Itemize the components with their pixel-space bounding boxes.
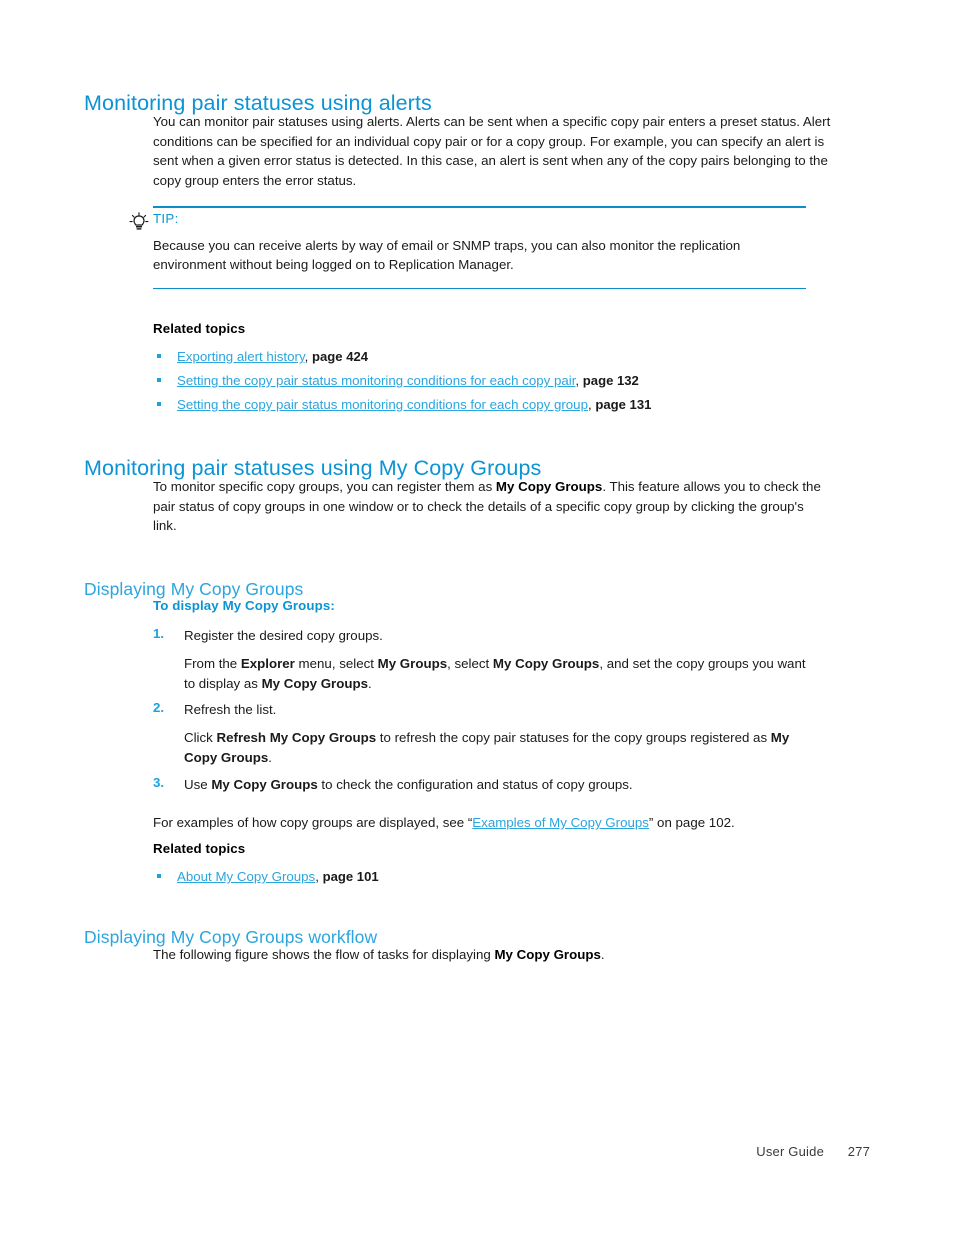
link-examples-of-my-copy-groups[interactable]: Examples of My Copy Groups <box>472 815 649 830</box>
tip-rule-bottom <box>153 287 806 290</box>
emphasis-refresh-my-copy-groups: Refresh My Copy Groups <box>216 730 377 745</box>
bullet-icon <box>157 874 161 878</box>
link-setting-copy-pair-status-conditions-copy-group[interactable]: Setting the copy pair status monitoring … <box>177 397 588 412</box>
emphasis-my-copy-groups: My Copy Groups <box>492 656 600 671</box>
tip-header: TIP: <box>129 208 806 234</box>
step-text-3: Use My Copy Groups to check the configur… <box>184 775 824 795</box>
link-separator: , <box>315 869 323 884</box>
tip-body-text: Because you can receive alerts by way of… <box>153 237 741 273</box>
related-topics-heading-1: Related topics <box>153 321 246 336</box>
paragraph-my-copy-groups-intro: To monitor specific copy groups, you can… <box>153 477 829 536</box>
emphasis-my-copy-groups: My Copy Groups <box>495 479 603 494</box>
bullet-icon <box>157 354 161 358</box>
text-run: Click <box>184 730 217 745</box>
paragraph-alerts-intro: You can monitor pair statuses using aler… <box>153 114 831 188</box>
list-item: About My Copy Groups, page 101 <box>153 865 379 889</box>
page-reference: page 131 <box>595 397 652 412</box>
footer-page-number: 277 <box>847 1144 870 1159</box>
text-run: to refresh the copy pair statuses for th… <box>376 730 771 745</box>
tip-admonition: TIP: Because you can receive alerts by w… <box>129 206 806 290</box>
text-run: . <box>600 947 605 962</box>
link-separator: , <box>575 373 583 388</box>
bullet-icon <box>157 402 161 406</box>
paragraph-workflow-intro: The following figure shows the flow of t… <box>153 945 843 965</box>
emphasis-my-copy-groups: My Copy Groups <box>494 947 601 962</box>
link-separator: , <box>304 349 312 364</box>
related-topics-heading-2: Related topics <box>153 841 246 856</box>
emphasis-my-groups: My Groups <box>377 656 448 671</box>
emphasis-explorer: Explorer <box>240 656 295 671</box>
heading-displaying-my-copy-groups: Displaying My Copy Groups <box>84 578 304 599</box>
footer-document-title: User Guide <box>756 1144 824 1159</box>
list-item: Setting the copy pair status monitoring … <box>153 393 651 417</box>
step-detail-2: Click Refresh My Copy Groups to refresh … <box>184 728 816 767</box>
bullet-icon <box>157 378 161 382</box>
emphasis-my-copy-groups: My Copy Groups <box>211 777 318 792</box>
step-number-1: 1. <box>153 626 165 641</box>
paragraph-examples-reference: For examples of how copy groups are disp… <box>153 813 843 833</box>
text-run: Use <box>184 777 212 792</box>
step-number-3: 3. <box>153 775 165 790</box>
step-text-2: Refresh the list. <box>184 702 277 717</box>
step-number-2: 2. <box>153 700 165 715</box>
text-run: To monitor specific copy groups, you can… <box>153 479 496 494</box>
related-topics-list-2: About My Copy Groups, page 101 <box>153 865 379 889</box>
page-reference: page 132 <box>582 373 639 388</box>
text-run: . <box>268 749 272 765</box>
tip-label: TIP: <box>153 210 179 226</box>
text-run: From the <box>184 656 241 671</box>
link-about-my-copy-groups[interactable]: About My Copy Groups <box>177 869 315 884</box>
page-reference: page 424 <box>312 349 369 364</box>
list-item: Exporting alert history, page 424 <box>153 345 651 369</box>
text-run: . <box>368 675 372 691</box>
step-detail-1: From the Explorer menu, select My Groups… <box>184 654 809 693</box>
emphasis-my-copy-groups: My Copy Groups <box>261 675 368 691</box>
link-exporting-alert-history[interactable]: Exporting alert history <box>177 349 305 364</box>
link-setting-copy-pair-status-conditions-copy-pair[interactable]: Setting the copy pair status monitoring … <box>177 373 575 388</box>
heading-displaying-my-copy-groups-workflow: Displaying My Copy Groups workflow <box>84 926 378 947</box>
text-run: to check the configuration and status of… <box>317 777 633 792</box>
step-text-1: Register the desired copy groups. <box>184 628 383 643</box>
text-run: , select <box>447 656 493 671</box>
lightbulb-tip-icon <box>129 211 149 232</box>
related-topics-list-1: Exporting alert history, page 424 Settin… <box>153 345 651 417</box>
text-run: The following figure shows the flow of t… <box>153 947 495 962</box>
list-item: Setting the copy pair status monitoring … <box>153 369 651 393</box>
text-run: menu, select <box>294 656 378 671</box>
text-run: ” on page 102. <box>648 815 735 830</box>
document-page: Monitoring pair statuses using alerts Yo… <box>0 0 954 1235</box>
page-reference: page 101 <box>322 869 379 884</box>
text-run: For examples of how copy groups are disp… <box>153 815 473 830</box>
page-footer: User Guide 277 <box>0 1144 954 1166</box>
procedure-title-to-display-my-copy-groups: To display My Copy Groups: <box>153 598 335 613</box>
